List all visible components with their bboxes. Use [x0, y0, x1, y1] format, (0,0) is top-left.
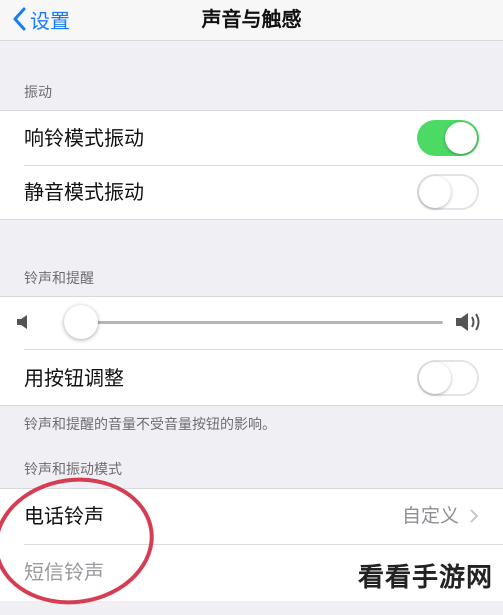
- ring-vibrate-toggle[interactable]: [417, 120, 479, 156]
- watermark: 看看手游网: [353, 557, 497, 594]
- navigation-bar: 设置 声音与触感: [0, 0, 503, 41]
- silent-vibrate-row: 静音模式振动: [0, 165, 503, 219]
- toggle-knob: [419, 362, 451, 394]
- adjust-with-buttons-toggle[interactable]: [417, 360, 479, 396]
- ringer-group: 用按钮调整: [0, 296, 503, 406]
- ringtone-row[interactable]: 电话铃声 自定义: [0, 489, 503, 543]
- ring-vibrate-label: 响铃模式振动: [24, 126, 144, 150]
- volume-high-icon: [456, 313, 480, 331]
- ringtone-detail: 自定义: [402, 489, 479, 543]
- ringtone-label: 电话铃声: [24, 504, 104, 528]
- page-title: 声音与触感: [201, 7, 302, 31]
- adjust-with-buttons-label: 用按钮调整: [24, 366, 124, 390]
- section-header-patterns: 铃声和振动模式: [24, 462, 122, 478]
- ringer-footer-note: 铃声和提醒的音量不受音量按钮的影响。: [24, 417, 276, 433]
- section-header-ringer: 铃声和提醒: [24, 271, 94, 287]
- ringtone-value: 自定义: [401, 505, 459, 527]
- volume-slider-row: [0, 297, 503, 349]
- silent-vibrate-toggle[interactable]: [417, 174, 479, 210]
- volume-slider-thumb[interactable]: [64, 305, 99, 339]
- silent-vibrate-label: 静音模式振动: [24, 180, 144, 204]
- vibration-group: 响铃模式振动 静音模式振动: [0, 110, 503, 220]
- chevron-right-icon: [470, 509, 479, 523]
- volume-slider-track[interactable]: [74, 321, 443, 324]
- section-header-vibration: 振动: [24, 85, 52, 101]
- text-tone-label: 短信铃声: [24, 560, 104, 584]
- toggle-knob: [419, 176, 451, 208]
- adjust-with-buttons-row: 用按钮调整: [0, 351, 503, 405]
- volume-low-icon: [17, 315, 27, 329]
- divider: [24, 349, 503, 350]
- toggle-knob: [445, 122, 477, 154]
- ring-vibrate-row: 响铃模式振动: [0, 111, 503, 165]
